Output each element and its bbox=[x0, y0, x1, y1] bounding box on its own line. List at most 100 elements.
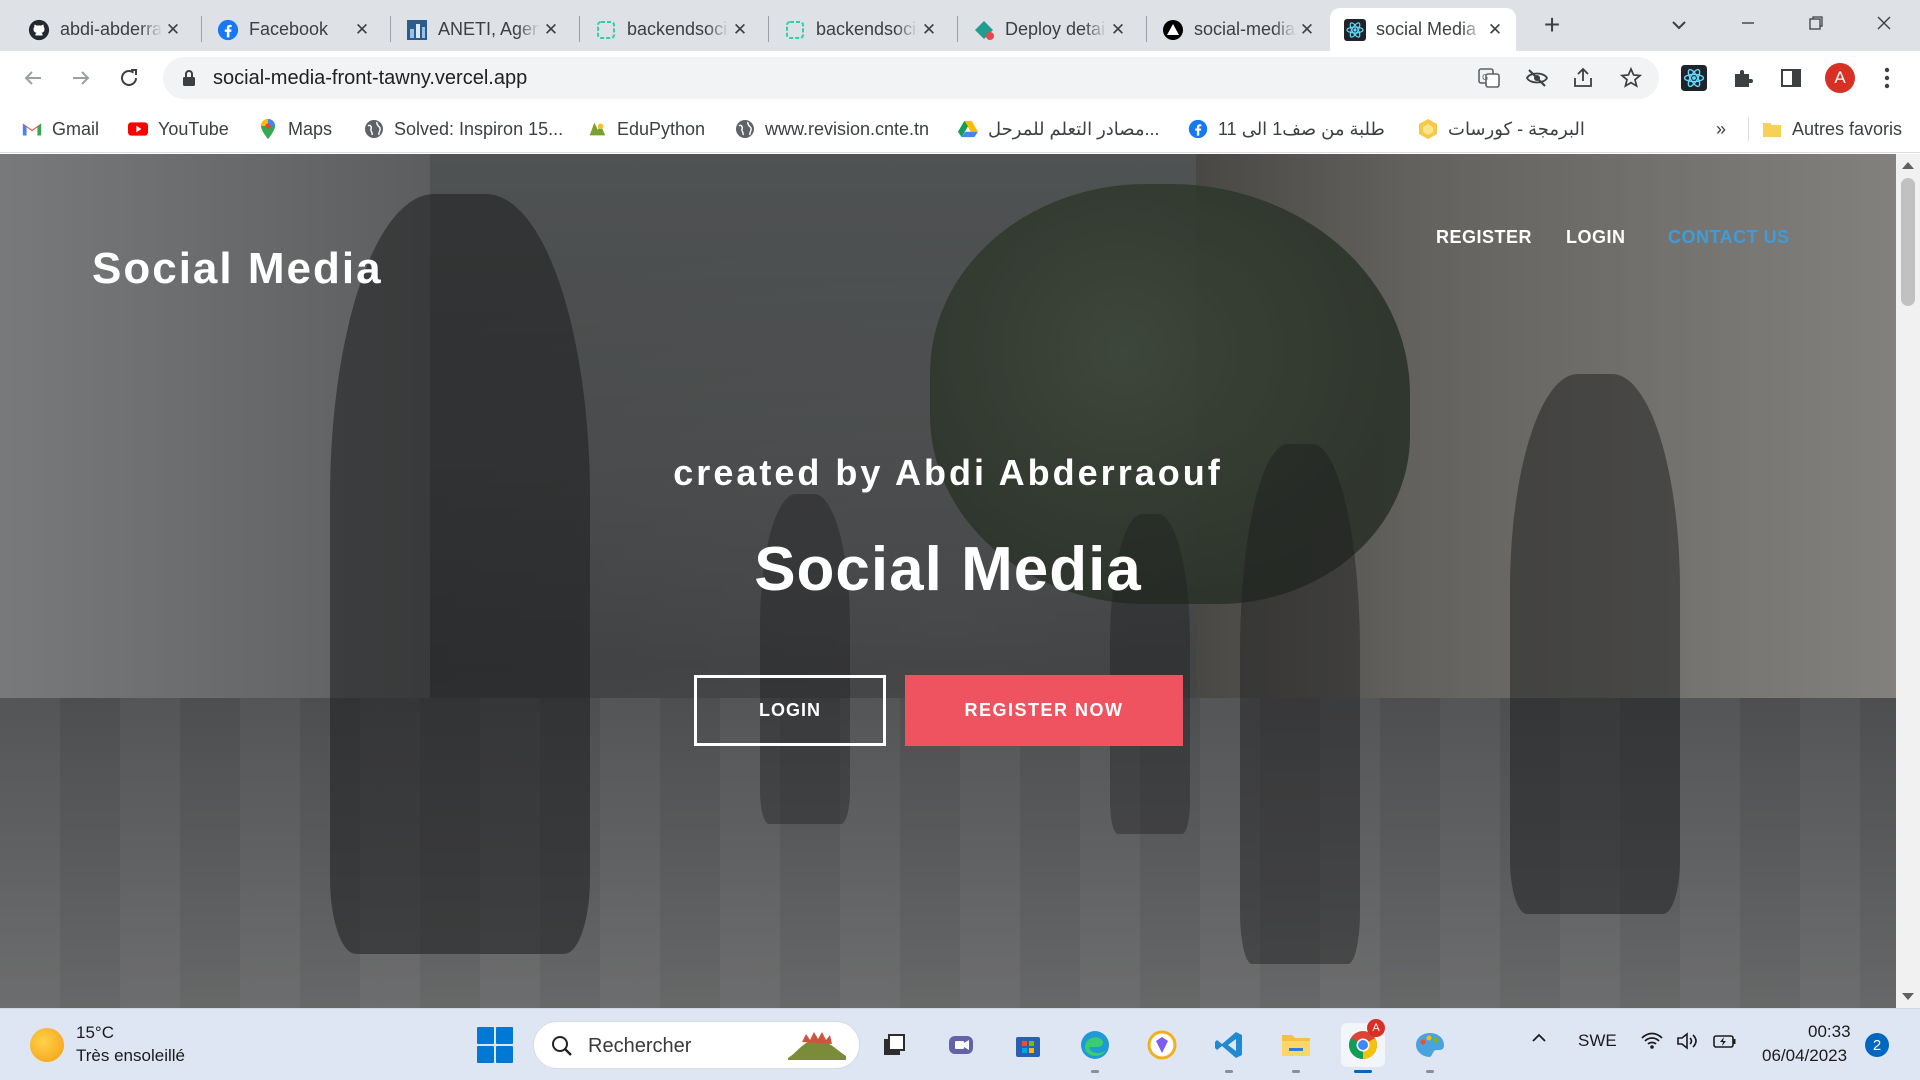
bookmarks-bar: Gmail YouTube Maps Solved: Inspiron 15..… bbox=[0, 105, 1920, 153]
tab-github[interactable]: abdi-abderraouf ✕ bbox=[14, 8, 194, 51]
weather-description[interactable]: Très ensoleillé bbox=[76, 1046, 185, 1066]
tab-social-media-active[interactable]: social Media ✕ bbox=[1330, 8, 1516, 51]
battery-charging-icon[interactable] bbox=[1712, 1031, 1738, 1056]
close-tab-icon[interactable]: ✕ bbox=[1484, 19, 1506, 41]
share-icon[interactable] bbox=[1571, 66, 1595, 90]
bookmark-label: مصادر التعلم للمرحل... bbox=[988, 118, 1160, 139]
hero-title: Social Media bbox=[754, 535, 1142, 604]
railway-icon bbox=[595, 19, 617, 41]
start-button[interactable] bbox=[477, 1027, 513, 1063]
close-window-button[interactable] bbox=[1854, 6, 1914, 40]
notification-badge[interactable]: 2 bbox=[1865, 1033, 1889, 1057]
close-tab-icon[interactable]: ✕ bbox=[918, 19, 940, 41]
profile-avatar[interactable]: A bbox=[1825, 63, 1855, 93]
running-indicator bbox=[1091, 1070, 1099, 1073]
facebook-icon bbox=[1188, 119, 1208, 139]
bookmark-label: EduPython bbox=[617, 118, 706, 139]
file-explorer-icon[interactable] bbox=[1274, 1023, 1318, 1073]
site-brand[interactable]: Social Media bbox=[92, 244, 383, 294]
bookmark-revision-cnte[interactable]: www.revision.cnte.tn bbox=[735, 117, 929, 141]
eye-off-icon[interactable] bbox=[1525, 66, 1549, 90]
teams-chat-icon[interactable] bbox=[939, 1023, 983, 1067]
scroll-up-arrow-icon[interactable] bbox=[1902, 162, 1914, 169]
proton-vpn-icon[interactable] bbox=[1140, 1023, 1184, 1067]
bookmark-label: طلبة من صف1 الى 11 bbox=[1218, 118, 1385, 139]
hero-register-button[interactable]: REGISTER NOW bbox=[905, 675, 1183, 746]
tab-title: ANETI, Agence bbox=[438, 19, 540, 39]
reload-button[interactable] bbox=[112, 61, 146, 95]
tab-aneti[interactable]: ANETI, Agence ✕ bbox=[392, 8, 572, 51]
taskbar-search-box[interactable]: Rechercher bbox=[533, 1021, 860, 1069]
tab-facebook[interactable]: Facebook ✕ bbox=[203, 8, 383, 51]
clock-time[interactable]: 00:33 bbox=[1808, 1022, 1851, 1042]
weather-temperature[interactable]: 15°C bbox=[76, 1023, 114, 1043]
react-devtools-icon[interactable] bbox=[1680, 64, 1708, 92]
maps-icon bbox=[258, 119, 278, 139]
paint-icon[interactable] bbox=[1408, 1023, 1452, 1073]
other-bookmarks[interactable]: Autres favoris bbox=[1762, 117, 1902, 141]
hero-login-button[interactable]: LOGIN bbox=[694, 675, 886, 746]
tab-social-media-vercel[interactable]: social-media ✕ bbox=[1148, 8, 1328, 51]
input-language-indicator[interactable]: SWE bbox=[1578, 1031, 1617, 1051]
lock-icon[interactable] bbox=[181, 69, 197, 92]
url-text[interactable]: social-media-front-tawny.vercel.app bbox=[213, 67, 527, 90]
bookmark-solved-inspiron[interactable]: Solved: Inspiron 15... bbox=[364, 117, 563, 141]
nav-contact-link[interactable]: CONTACT US bbox=[1668, 227, 1790, 248]
chrome-icon[interactable]: A bbox=[1341, 1019, 1385, 1073]
close-tab-icon[interactable]: ✕ bbox=[351, 19, 373, 41]
drive-icon bbox=[958, 119, 978, 139]
restore-button[interactable] bbox=[1786, 6, 1846, 40]
bookmark-star-icon[interactable] bbox=[1619, 66, 1643, 90]
side-panel-icon[interactable] bbox=[1777, 64, 1805, 92]
new-tab-button[interactable]: + bbox=[1537, 10, 1567, 40]
close-tab-icon[interactable]: ✕ bbox=[540, 19, 562, 41]
minimize-button[interactable] bbox=[1718, 6, 1778, 40]
nav-register-link[interactable]: REGISTER bbox=[1436, 227, 1532, 248]
bookmark-learning-resources[interactable]: مصادر التعلم للمرحل... bbox=[958, 117, 1160, 141]
extensions-puzzle-icon[interactable] bbox=[1729, 64, 1757, 92]
translate-icon[interactable]: G bbox=[1477, 66, 1501, 90]
nav-login-link[interactable]: LOGIN bbox=[1566, 227, 1626, 248]
edge-browser-icon[interactable] bbox=[1073, 1023, 1117, 1073]
running-indicator bbox=[1292, 1070, 1300, 1073]
wifi-icon[interactable] bbox=[1640, 1031, 1664, 1056]
tab-deploy-details[interactable]: Deploy details ✕ bbox=[959, 8, 1139, 51]
volume-icon[interactable] bbox=[1676, 1031, 1700, 1056]
microsoft-store-icon[interactable] bbox=[1006, 1023, 1050, 1067]
task-view-icon[interactable] bbox=[872, 1023, 916, 1067]
bookmark-maps[interactable]: Maps bbox=[258, 117, 332, 141]
weather-sun-icon[interactable] bbox=[30, 1028, 64, 1062]
close-tab-icon[interactable]: ✕ bbox=[1296, 19, 1318, 41]
scroll-down-arrow-icon[interactable] bbox=[1902, 993, 1914, 1000]
youtube-icon bbox=[128, 119, 148, 139]
github-icon bbox=[28, 19, 50, 41]
show-hidden-icons-chevron-icon[interactable] bbox=[1530, 1029, 1548, 1052]
tab-backendsocial-1[interactable]: backendsocial ✕ bbox=[581, 8, 761, 51]
back-button[interactable] bbox=[16, 61, 50, 95]
close-tab-icon[interactable]: ✕ bbox=[729, 19, 751, 41]
forward-button[interactable] bbox=[64, 61, 98, 95]
railway-icon bbox=[784, 19, 806, 41]
vscode-icon[interactable] bbox=[1207, 1023, 1251, 1073]
tab-search-chevron-icon[interactable] bbox=[1666, 12, 1692, 38]
close-tab-icon[interactable]: ✕ bbox=[1107, 19, 1129, 41]
bookmarks-overflow-button[interactable]: » bbox=[1716, 117, 1726, 141]
bookmark-label: www.revision.cnte.tn bbox=[765, 118, 930, 139]
close-tab-icon[interactable]: ✕ bbox=[162, 19, 184, 41]
bookmark-youtube[interactable]: YouTube bbox=[128, 117, 229, 141]
tab-backendsocial-2[interactable]: backendsocial ✕ bbox=[770, 8, 950, 51]
bookmark-edupython[interactable]: EduPython bbox=[587, 117, 705, 141]
clock-date[interactable]: 06/04/2023 bbox=[1762, 1046, 1847, 1066]
page-scrollbar[interactable] bbox=[1896, 154, 1920, 1008]
react-icon bbox=[1344, 18, 1366, 41]
bookmark-label: YouTube bbox=[158, 118, 229, 139]
menu-kebab-icon[interactable] bbox=[1873, 64, 1901, 92]
gmail-icon bbox=[22, 119, 42, 139]
scrollbar-thumb[interactable] bbox=[1901, 178, 1915, 306]
address-bar[interactable]: social-media-front-tawny.vercel.app G bbox=[163, 57, 1659, 99]
other-bookmarks-label: Autres favoris bbox=[1792, 118, 1903, 139]
bookmark-facebook-group[interactable]: طلبة من صف1 الى 11 bbox=[1188, 117, 1385, 141]
bookmark-gmail[interactable]: Gmail bbox=[22, 117, 99, 141]
tab-title: social-media bbox=[1194, 19, 1296, 39]
bookmark-programming-courses[interactable]: البرمجة - كورسات bbox=[1418, 117, 1585, 141]
